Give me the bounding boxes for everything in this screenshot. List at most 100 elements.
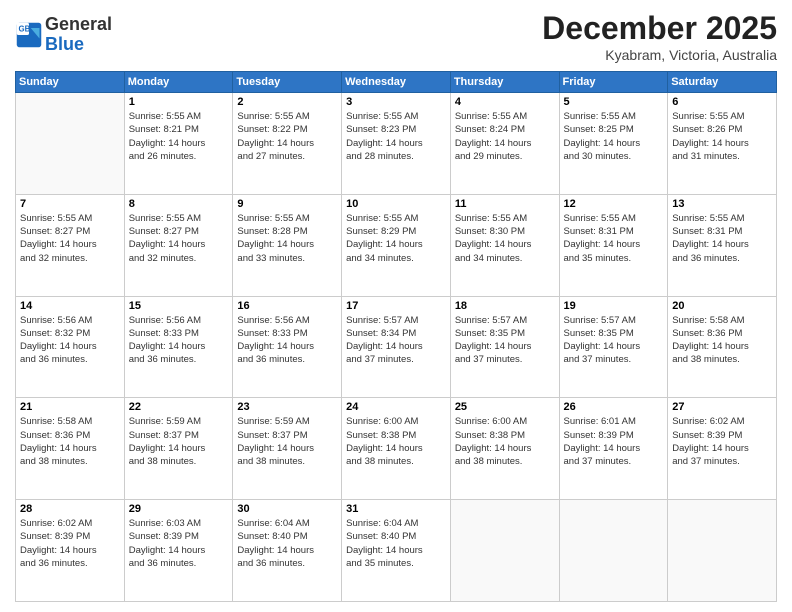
day-info: Sunrise: 6:04 AM Sunset: 8:40 PM Dayligh…	[237, 517, 337, 570]
calendar-cell: 24 Sunrise: 6:00 AM Sunset: 8:38 PM Dayli…	[342, 398, 451, 500]
day-number: 27	[672, 401, 772, 413]
day-info: Sunrise: 6:02 AM Sunset: 8:39 PM Dayligh…	[20, 517, 120, 570]
day-number: 1	[129, 96, 229, 108]
calendar-week-row: 14 Sunrise: 5:56 AM Sunset: 8:32 PM Dayli…	[16, 296, 777, 398]
month-title: December 2025	[542, 10, 777, 47]
calendar-cell	[559, 500, 668, 602]
title-block: December 2025 Kyabram, Victoria, Austral…	[542, 10, 777, 63]
day-info: Sunrise: 5:56 AM Sunset: 8:33 PM Dayligh…	[237, 314, 337, 367]
day-number: 23	[237, 401, 337, 413]
day-info: Sunrise: 5:55 AM Sunset: 8:26 PM Dayligh…	[672, 110, 772, 163]
calendar-cell: 5 Sunrise: 5:55 AM Sunset: 8:25 PM Daylig…	[559, 93, 668, 195]
day-info: Sunrise: 6:00 AM Sunset: 8:38 PM Dayligh…	[455, 415, 555, 468]
calendar-cell: 27 Sunrise: 6:02 AM Sunset: 8:39 PM Dayli…	[668, 398, 777, 500]
calendar-cell: 10 Sunrise: 5:55 AM Sunset: 8:29 PM Dayli…	[342, 194, 451, 296]
day-number: 15	[129, 300, 229, 312]
day-number: 3	[346, 96, 446, 108]
day-number: 8	[129, 198, 229, 210]
logo-icon: GB	[15, 21, 43, 49]
day-info: Sunrise: 5:55 AM Sunset: 8:31 PM Dayligh…	[672, 212, 772, 265]
day-number: 30	[237, 503, 337, 515]
calendar-cell: 6 Sunrise: 5:55 AM Sunset: 8:26 PM Daylig…	[668, 93, 777, 195]
page: GB General Blue December 2025 Kyabram, V…	[0, 0, 792, 612]
logo: GB General Blue	[15, 15, 112, 55]
calendar-week-row: 21Sunrise: 5:58 AM Sunset: 8:36 PM Dayli…	[16, 398, 777, 500]
calendar-cell: 14 Sunrise: 5:56 AM Sunset: 8:32 PM Dayli…	[16, 296, 125, 398]
day-info: Sunrise: 5:55 AM Sunset: 8:30 PM Dayligh…	[455, 212, 555, 265]
weekday-header: Thursday	[450, 72, 559, 93]
day-number: 16	[237, 300, 337, 312]
day-info: Sunrise: 5:59 AM Sunset: 8:37 PM Dayligh…	[237, 415, 337, 468]
calendar-week-row: 28 Sunrise: 6:02 AM Sunset: 8:39 PM Dayli…	[16, 500, 777, 602]
calendar-cell: 1 Sunrise: 5:55 AM Sunset: 8:21 PM Daylig…	[124, 93, 233, 195]
calendar-cell: 17 Sunrise: 5:57 AM Sunset: 8:34 PM Dayli…	[342, 296, 451, 398]
day-info: Sunrise: 5:58 AM Sunset: 8:36 PM Dayligh…	[20, 415, 120, 468]
svg-text:GB: GB	[19, 24, 31, 33]
calendar-cell: 19Sunrise: 5:57 AM Sunset: 8:35 PM Dayli…	[559, 296, 668, 398]
day-number: 25	[455, 401, 555, 413]
calendar-cell: 13Sunrise: 5:55 AM Sunset: 8:31 PM Dayli…	[668, 194, 777, 296]
day-number: 2	[237, 96, 337, 108]
day-number: 26	[564, 401, 664, 413]
day-number: 28	[20, 503, 120, 515]
calendar-cell: 8 Sunrise: 5:55 AM Sunset: 8:27 PM Daylig…	[124, 194, 233, 296]
day-info: Sunrise: 5:55 AM Sunset: 8:22 PM Dayligh…	[237, 110, 337, 163]
day-number: 31	[346, 503, 446, 515]
day-number: 19	[564, 300, 664, 312]
weekday-header: Sunday	[16, 72, 125, 93]
weekday-header: Monday	[124, 72, 233, 93]
calendar-cell: 31Sunrise: 6:04 AM Sunset: 8:40 PM Dayli…	[342, 500, 451, 602]
day-info: Sunrise: 5:55 AM Sunset: 8:21 PM Dayligh…	[129, 110, 229, 163]
day-info: Sunrise: 5:57 AM Sunset: 8:35 PM Dayligh…	[455, 314, 555, 367]
logo-blue: Blue	[45, 34, 84, 54]
day-number: 24	[346, 401, 446, 413]
calendar-cell: 29Sunrise: 6:03 AM Sunset: 8:39 PM Dayli…	[124, 500, 233, 602]
logo-general: General	[45, 14, 112, 34]
calendar-cell: 26 Sunrise: 6:01 AM Sunset: 8:39 PM Dayli…	[559, 398, 668, 500]
calendar-cell	[16, 93, 125, 195]
day-number: 17	[346, 300, 446, 312]
weekday-header: Wednesday	[342, 72, 451, 93]
day-number: 14	[20, 300, 120, 312]
day-info: Sunrise: 5:55 AM Sunset: 8:24 PM Dayligh…	[455, 110, 555, 163]
location-title: Kyabram, Victoria, Australia	[542, 47, 777, 63]
calendar-cell: 30 Sunrise: 6:04 AM Sunset: 8:40 PM Dayli…	[233, 500, 342, 602]
calendar-table: SundayMondayTuesdayWednesdayThursdayFrid…	[15, 71, 777, 602]
day-info: Sunrise: 5:55 AM Sunset: 8:27 PM Dayligh…	[129, 212, 229, 265]
calendar-cell	[668, 500, 777, 602]
day-number: 5	[564, 96, 664, 108]
day-number: 7	[20, 198, 120, 210]
day-info: Sunrise: 5:56 AM Sunset: 8:33 PM Dayligh…	[129, 314, 229, 367]
day-number: 9	[237, 198, 337, 210]
day-number: 4	[455, 96, 555, 108]
day-number: 10	[346, 198, 446, 210]
day-info: Sunrise: 5:55 AM Sunset: 8:31 PM Dayligh…	[564, 212, 664, 265]
calendar-cell: 9 Sunrise: 5:55 AM Sunset: 8:28 PM Daylig…	[233, 194, 342, 296]
calendar-cell: 16 Sunrise: 5:56 AM Sunset: 8:33 PM Dayli…	[233, 296, 342, 398]
day-info: Sunrise: 5:55 AM Sunset: 8:25 PM Dayligh…	[564, 110, 664, 163]
day-number: 6	[672, 96, 772, 108]
calendar-cell: 2 Sunrise: 5:55 AM Sunset: 8:22 PM Daylig…	[233, 93, 342, 195]
calendar-cell: 7 Sunrise: 5:55 AM Sunset: 8:27 PM Daylig…	[16, 194, 125, 296]
day-info: Sunrise: 5:55 AM Sunset: 8:27 PM Dayligh…	[20, 212, 120, 265]
logo-text: General Blue	[45, 15, 112, 55]
calendar-cell: 18Sunrise: 5:57 AM Sunset: 8:35 PM Dayli…	[450, 296, 559, 398]
day-info: Sunrise: 5:56 AM Sunset: 8:32 PM Dayligh…	[20, 314, 120, 367]
calendar-cell	[450, 500, 559, 602]
day-number: 11	[455, 198, 555, 210]
day-info: Sunrise: 6:00 AM Sunset: 8:38 PM Dayligh…	[346, 415, 446, 468]
calendar-cell: 23 Sunrise: 5:59 AM Sunset: 8:37 PM Dayli…	[233, 398, 342, 500]
day-info: Sunrise: 5:57 AM Sunset: 8:34 PM Dayligh…	[346, 314, 446, 367]
day-number: 22	[129, 401, 229, 413]
day-info: Sunrise: 6:02 AM Sunset: 8:39 PM Dayligh…	[672, 415, 772, 468]
calendar-cell: 21Sunrise: 5:58 AM Sunset: 8:36 PM Dayli…	[16, 398, 125, 500]
day-info: Sunrise: 6:01 AM Sunset: 8:39 PM Dayligh…	[564, 415, 664, 468]
day-info: Sunrise: 5:55 AM Sunset: 8:29 PM Dayligh…	[346, 212, 446, 265]
day-info: Sunrise: 5:55 AM Sunset: 8:28 PM Dayligh…	[237, 212, 337, 265]
day-number: 29	[129, 503, 229, 515]
calendar-week-row: 1 Sunrise: 5:55 AM Sunset: 8:21 PM Daylig…	[16, 93, 777, 195]
weekday-header: Saturday	[668, 72, 777, 93]
day-info: Sunrise: 5:58 AM Sunset: 8:36 PM Dayligh…	[672, 314, 772, 367]
calendar-cell: 20Sunrise: 5:58 AM Sunset: 8:36 PM Dayli…	[668, 296, 777, 398]
calendar-cell: 11 Sunrise: 5:55 AM Sunset: 8:30 PM Dayli…	[450, 194, 559, 296]
